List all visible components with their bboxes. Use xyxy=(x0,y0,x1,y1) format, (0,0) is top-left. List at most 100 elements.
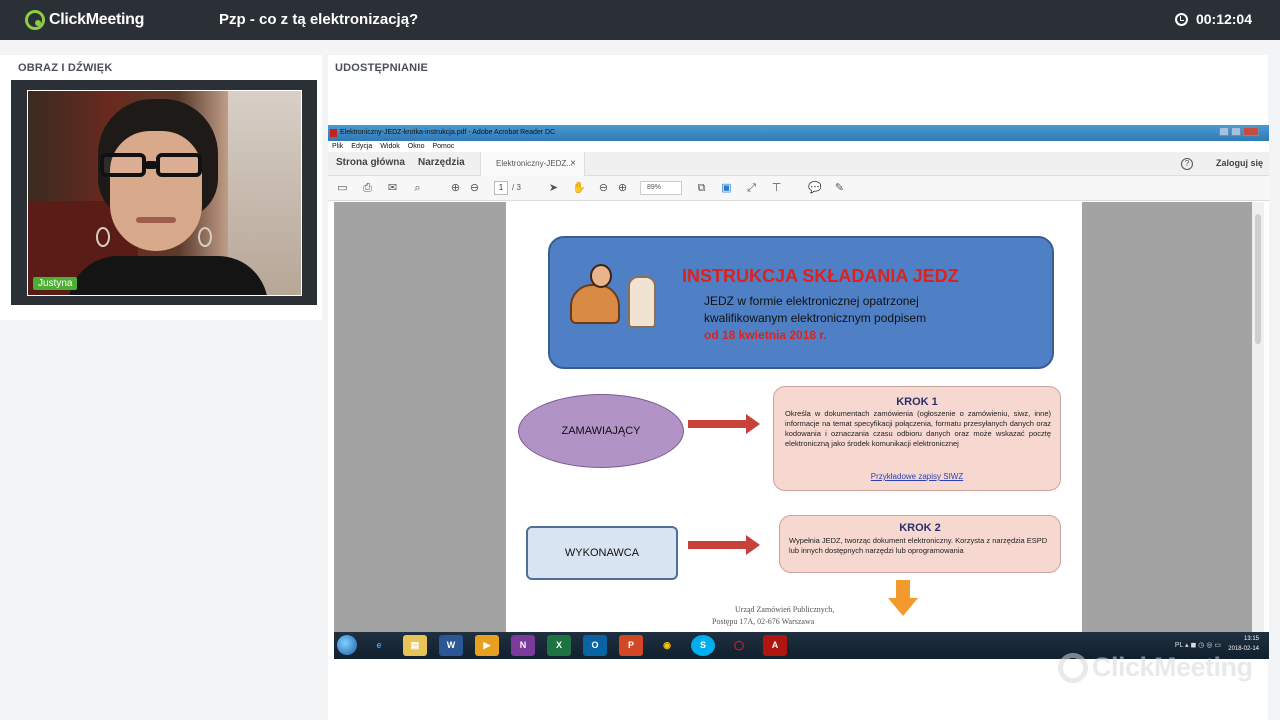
chrome-icon[interactable]: ◉ xyxy=(655,635,679,656)
scrollbar-thumb[interactable] xyxy=(1255,214,1261,344)
opera-icon[interactable]: ◯ xyxy=(727,635,751,656)
hand-tool-icon[interactable]: ✋ xyxy=(572,182,586,195)
instruction-banner: INSTRUKCJA SKŁADANIA JEDZ JEDZ w formie … xyxy=(548,236,1054,369)
powerpoint-icon[interactable]: P xyxy=(619,635,643,656)
meeting-timer: 00:12:04 xyxy=(1174,11,1252,27)
pdf-icon xyxy=(330,129,337,137)
tab-document[interactable]: Elektroniczny-JEDZ... × xyxy=(480,152,585,176)
zoom-select[interactable]: 89% xyxy=(640,181,682,195)
person-face xyxy=(110,131,202,251)
person-mouth xyxy=(136,217,176,223)
step1-link[interactable]: Przykładowe zapisy SIWZ xyxy=(774,472,1060,481)
close-tab-icon[interactable]: × xyxy=(570,152,576,176)
menu-help[interactable]: Pomoc xyxy=(432,141,454,152)
menu-edit[interactable]: Edycja xyxy=(351,141,372,152)
step1-text: Określa w dokumentach zamówienia (ogłosz… xyxy=(785,409,1051,448)
onenote-icon[interactable]: N xyxy=(511,635,535,656)
document-tab-label: Elektroniczny-JEDZ... xyxy=(496,159,573,168)
participant-video[interactable] xyxy=(27,90,302,296)
word-icon[interactable]: W xyxy=(439,635,463,656)
fit-page-icon[interactable]: ⧉ xyxy=(695,182,708,195)
taskbar-time: 13:15 xyxy=(1243,636,1259,642)
footer-line-2: Postępu 17A, 02-676 Warszawa xyxy=(712,617,815,626)
clock-icon xyxy=(1174,12,1188,26)
media-icon[interactable]: ▶ xyxy=(475,635,499,656)
down-arrow xyxy=(888,580,918,616)
email-icon[interactable]: ✉ xyxy=(386,182,399,195)
earring-right xyxy=(198,227,212,247)
menu-file[interactable]: Plik xyxy=(332,141,343,152)
page-down-icon[interactable]: ⊖ xyxy=(468,182,481,195)
stamp-icon[interactable]: ⊤ xyxy=(770,182,783,195)
step2-text: Wypełnia JEDZ, tworząc dokument elektron… xyxy=(789,536,1048,555)
clickmeeting-watermark: ClickMeeting xyxy=(1058,652,1253,683)
skype-icon[interactable]: S xyxy=(691,635,715,656)
pen-icon[interactable]: ✎ xyxy=(833,182,846,195)
share-panel-heading: UDOSTĘPNIANIE xyxy=(335,62,429,74)
brand-name: ClickMeeting xyxy=(49,11,145,28)
search-icon[interactable]: ⌕ xyxy=(411,182,424,195)
zoom-out-icon[interactable]: ⊖ xyxy=(597,182,610,195)
fullscreen-icon[interactable]: ⤢ xyxy=(745,182,758,195)
comment-icon[interactable]: 💬 xyxy=(808,182,822,195)
tab-tools[interactable]: Narzędzia xyxy=(418,157,465,168)
outlook-icon[interactable]: O xyxy=(583,635,607,656)
ordering-party-ellipse: ZAMAWIAJĄCY xyxy=(518,394,684,468)
person-glasses xyxy=(100,153,208,179)
ie-icon[interactable]: e xyxy=(367,635,391,656)
watermark-text: ClickMeeting xyxy=(1092,652,1253,682)
vertical-scrollbar[interactable] xyxy=(1252,202,1264,632)
minimize-button[interactable] xyxy=(1219,127,1229,136)
banner-line-1: JEDZ w formie elektronicznej opatrzonej xyxy=(704,294,919,308)
select-cursor-icon[interactable]: ➤ xyxy=(547,182,560,195)
clickmeeting-logo-icon xyxy=(25,10,45,30)
print-icon[interactable]: ⎙ xyxy=(361,182,374,195)
step2-title: KROK 2 xyxy=(899,522,941,534)
acrobat-toolbar: ▭ ⎙ ✉ ⌕ ⊕ ⊖ 1 / 3 ➤ ✋ ⊖ ⊕ 89% ⧉ ▣ ⤢ ⊤ 💬 … xyxy=(328,176,1269,201)
banner-date: od 18 kwietnia 2018 r. xyxy=(704,328,827,342)
shared-screen: Elektroniczny-JEDZ-krotka-instrukcja.pdf… xyxy=(328,125,1269,659)
arrow-to-step1 xyxy=(688,414,760,434)
clickmeeting-logo: ClickMeeting xyxy=(25,10,144,30)
window-controls xyxy=(1219,127,1259,136)
person-at-computer-illustration xyxy=(566,260,666,340)
explorer-icon[interactable]: ▤ xyxy=(403,635,427,656)
earring-left xyxy=(96,227,110,247)
footer-line-1: Urząd Zamówień Publicznych, xyxy=(735,605,835,614)
arrow-to-step2 xyxy=(688,535,760,555)
meeting-title: Pzp - co z tą elektronizacją? xyxy=(219,11,419,28)
excel-icon[interactable]: X xyxy=(547,635,571,656)
pdf-page: INSTRUKCJA SKŁADANIA JEDZ JEDZ w formie … xyxy=(506,202,1082,632)
watermark-logo-icon xyxy=(1058,652,1088,683)
taskbar-clock[interactable]: 13:15 2018-02-14 xyxy=(1228,634,1259,654)
close-window-button[interactable] xyxy=(1243,127,1259,136)
start-button[interactable] xyxy=(337,635,357,655)
acrobat-menubar: Plik Edycja Widok Okno Pomoc xyxy=(328,141,1269,152)
step1-title: KROK 1 xyxy=(896,396,938,408)
participant-name-tag: Justyna xyxy=(33,277,78,290)
maximize-button[interactable] xyxy=(1231,127,1241,136)
acrobat-titlebar: Elektroniczny-JEDZ-krotka-instrukcja.pdf… xyxy=(328,125,1269,141)
page-total: / 3 xyxy=(512,183,521,192)
login-link[interactable]: Zaloguj się xyxy=(1216,158,1263,168)
tab-home[interactable]: Strona główna xyxy=(336,157,405,168)
top-bar: ClickMeeting Pzp - co z tą elektronizacj… xyxy=(0,0,1280,40)
zoom-in-icon[interactable]: ⊕ xyxy=(616,182,629,195)
window-title: Elektroniczny-JEDZ-krotka-instrukcja.pdf… xyxy=(340,129,556,136)
av-panel-heading: OBRAZ I DŹWIĘK xyxy=(18,62,113,74)
page-up-icon[interactable]: ⊕ xyxy=(449,182,462,195)
banner-title: INSTRUKCJA SKŁADANIA JEDZ xyxy=(682,266,959,286)
scroll-mode-icon[interactable]: ▣ xyxy=(720,182,733,195)
banner-line-2: kwalifikowanym elektronicznym podpisem xyxy=(704,311,927,325)
menu-view[interactable]: Widok xyxy=(380,141,399,152)
save-icon[interactable]: ▭ xyxy=(336,182,349,195)
acrobat-icon[interactable]: A xyxy=(763,635,787,656)
step1-box: KROK 1 Określa w dokumentach zamówienia … xyxy=(773,386,1061,491)
help-icon[interactable]: ? xyxy=(1181,158,1193,170)
timer-value: 00:12:04 xyxy=(1195,11,1252,27)
page-number-input[interactable]: 1 xyxy=(494,181,508,195)
acrobat-tabbar: Strona główna Narzędzia Elektroniczny-JE… xyxy=(328,152,1269,176)
system-tray[interactable]: PL ▴ ◼ ◷ ◎ ▭ xyxy=(1175,641,1221,649)
menu-window[interactable]: Okno xyxy=(408,141,425,152)
step2-box: KROK 2 Wypełnia JEDZ, tworząc dokument e… xyxy=(779,515,1061,573)
